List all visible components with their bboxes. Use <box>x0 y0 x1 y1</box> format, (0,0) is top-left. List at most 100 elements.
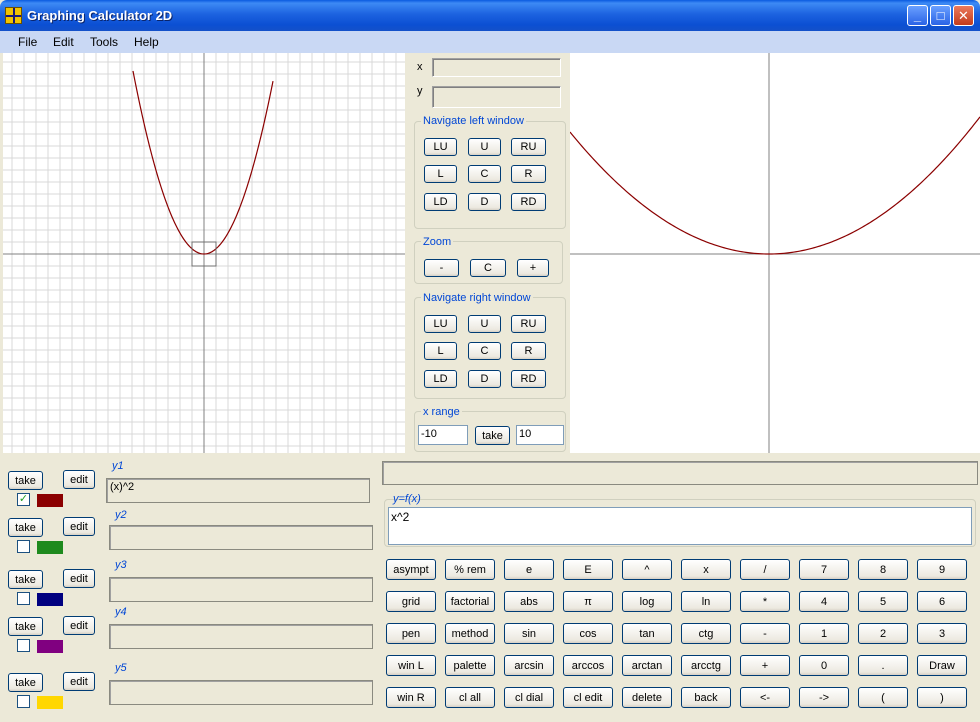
edit-button-y5[interactable]: edit <box>63 672 95 691</box>
key-symbol-1-3[interactable]: π <box>563 591 613 612</box>
visible-checkbox-y3[interactable] <box>17 592 30 605</box>
take-button-y5[interactable]: take <box>8 673 43 692</box>
nav-right-button-u[interactable]: U <box>468 315 501 333</box>
key-factorial[interactable]: factorial <box>445 591 495 612</box>
left-graph-canvas[interactable] <box>3 53 405 453</box>
nav-left-button-u[interactable]: U <box>468 138 501 156</box>
key-back[interactable]: back <box>681 687 731 708</box>
key-5[interactable]: 5 <box>858 591 908 612</box>
maximize-button[interactable]: □ <box>930 5 951 26</box>
key-symbol-2-6[interactable]: - <box>740 623 790 644</box>
nav-right-button-c[interactable]: C <box>468 342 501 360</box>
function-field-y1[interactable]: (x)^2 <box>106 478 370 503</box>
key-cos[interactable]: cos <box>563 623 613 644</box>
key-x[interactable]: x <box>681 559 731 580</box>
key-cl-all[interactable]: cl all <box>445 687 495 708</box>
key-sin[interactable]: sin <box>504 623 554 644</box>
take-button-y2[interactable]: take <box>8 518 43 537</box>
key-symbol-3-6[interactable]: + <box>740 655 790 676</box>
menu-file[interactable]: File <box>18 35 37 49</box>
x-range-take-button[interactable]: take <box>475 426 510 445</box>
nav-right-button-l[interactable]: L <box>424 342 457 360</box>
key-arctan[interactable]: arctan <box>622 655 672 676</box>
visible-checkbox-y2[interactable] <box>17 540 30 553</box>
key-arcsin[interactable]: arcsin <box>504 655 554 676</box>
key-draw[interactable]: Draw <box>917 655 967 676</box>
right-graph-canvas[interactable] <box>570 53 980 453</box>
key-symbol-3-8[interactable]: . <box>858 655 908 676</box>
zoom-out-button[interactable]: - <box>424 259 459 277</box>
key-win-r[interactable]: win R <box>386 687 436 708</box>
color-swatch-y2[interactable] <box>37 541 63 554</box>
key-arccos[interactable]: arccos <box>563 655 613 676</box>
key-6[interactable]: 6 <box>917 591 967 612</box>
color-swatch-y1[interactable] <box>37 494 63 507</box>
key-arcctg[interactable]: arcctg <box>681 655 731 676</box>
key-abs[interactable]: abs <box>504 591 554 612</box>
function-field-y3[interactable] <box>109 577 373 602</box>
key-symbol-0-4[interactable]: ^ <box>622 559 672 580</box>
left-graph-window[interactable] <box>3 53 405 453</box>
take-button-y4[interactable]: take <box>8 617 43 636</box>
nav-left-button-lu[interactable]: LU <box>424 138 457 156</box>
key-cl-edit[interactable]: cl edit <box>563 687 613 708</box>
key-7[interactable]: 7 <box>799 559 849 580</box>
zoom-in-button[interactable]: + <box>517 259 549 277</box>
nav-right-button-rd[interactable]: RD <box>511 370 546 388</box>
key-log[interactable]: log <box>622 591 672 612</box>
zoom-center-button[interactable]: C <box>470 259 506 277</box>
visible-checkbox-y4[interactable] <box>17 639 30 652</box>
title-bar[interactable]: Graphing Calculator 2D _ □ ✕ <box>0 0 980 31</box>
menu-help[interactable]: Help <box>134 35 159 49</box>
key-ln[interactable]: ln <box>681 591 731 612</box>
menu-tools[interactable]: Tools <box>90 35 118 49</box>
edit-button-y1[interactable]: edit <box>63 470 95 489</box>
take-button-y1[interactable]: take <box>8 471 43 490</box>
nav-left-button-d[interactable]: D <box>468 193 501 211</box>
key-rem[interactable]: % rem <box>445 559 495 580</box>
key-asympt[interactable]: asympt <box>386 559 436 580</box>
key-4[interactable]: 4 <box>799 591 849 612</box>
right-graph-window[interactable] <box>570 53 980 453</box>
key-cl-dial[interactable]: cl dial <box>504 687 554 708</box>
edit-button-y3[interactable]: edit <box>63 569 95 588</box>
key-tan[interactable]: tan <box>622 623 672 644</box>
x-min-input[interactable]: -10 <box>418 425 468 445</box>
key-3[interactable]: 3 <box>917 623 967 644</box>
visible-checkbox-y1[interactable]: ✓ <box>17 493 30 506</box>
take-button-y3[interactable]: take <box>8 570 43 589</box>
edit-button-y4[interactable]: edit <box>63 616 95 635</box>
nav-right-button-lu[interactable]: LU <box>424 315 457 333</box>
minimize-button[interactable]: _ <box>907 5 928 26</box>
key-8[interactable]: 8 <box>858 559 908 580</box>
key-symbol-1-6[interactable]: * <box>740 591 790 612</box>
key-1[interactable]: 1 <box>799 623 849 644</box>
color-swatch-y4[interactable] <box>37 640 63 653</box>
nav-left-button-r[interactable]: R <box>511 165 546 183</box>
key-e[interactable]: E <box>563 559 613 580</box>
formula-editor[interactable]: x^2 <box>388 507 972 545</box>
close-button[interactable]: ✕ <box>953 5 974 26</box>
key-palette[interactable]: palette <box>445 655 495 676</box>
key-e[interactable]: e <box>504 559 554 580</box>
key-win-l[interactable]: win L <box>386 655 436 676</box>
key-grid[interactable]: grid <box>386 591 436 612</box>
function-field-y5[interactable] <box>109 680 373 705</box>
key-symbol-4-7[interactable]: -> <box>799 687 849 708</box>
nav-right-button-d[interactable]: D <box>468 370 501 388</box>
key-0[interactable]: 0 <box>799 655 849 676</box>
menu-edit[interactable]: Edit <box>53 35 74 49</box>
key-9[interactable]: 9 <box>917 559 967 580</box>
x-max-input[interactable]: 10 <box>516 425 564 445</box>
nav-left-button-c[interactable]: C <box>468 165 501 183</box>
color-swatch-y3[interactable] <box>37 593 63 606</box>
key-method[interactable]: method <box>445 623 495 644</box>
key-pen[interactable]: pen <box>386 623 436 644</box>
nav-right-button-ru[interactable]: RU <box>511 315 546 333</box>
nav-left-button-rd[interactable]: RD <box>511 193 546 211</box>
key-symbol-4-8[interactable]: ( <box>858 687 908 708</box>
key-delete[interactable]: delete <box>622 687 672 708</box>
visible-checkbox-y5[interactable] <box>17 695 30 708</box>
edit-button-y2[interactable]: edit <box>63 517 95 536</box>
function-field-y4[interactable] <box>109 624 373 649</box>
